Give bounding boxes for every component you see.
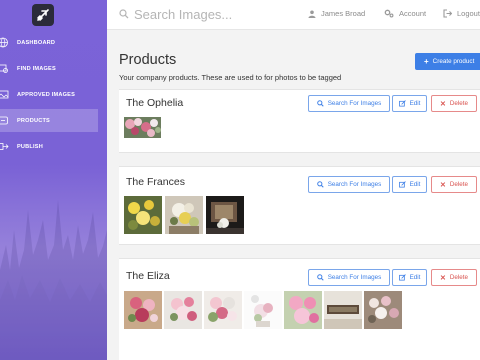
product-photo-thumbnail[interactable]	[206, 196, 244, 234]
search-icon	[119, 9, 129, 19]
sidebar-item-label: DASHBOARD	[17, 39, 56, 46]
button-label: Search For Images	[327, 100, 382, 107]
app-logo[interactable]	[32, 4, 54, 26]
button-label: Delete	[449, 181, 469, 188]
sidebar: DASHBOARD FIND IMAGES APPROVED IMAGES PR…	[0, 0, 107, 360]
sidebar-haze	[0, 170, 107, 360]
product-thumbnails	[124, 117, 161, 138]
delete-button[interactable]: ✕ Delete	[431, 269, 477, 286]
product-photo-thumbnail[interactable]	[284, 291, 322, 329]
button-label: Edit	[409, 274, 421, 281]
gear-icon	[384, 9, 394, 18]
delete-button[interactable]: ✕ Delete	[431, 95, 477, 112]
button-label: Edit	[409, 181, 421, 188]
button-label: Delete	[449, 274, 469, 281]
product-thumbnails	[124, 291, 402, 329]
product-card: The Frances Search For Images Edit ✕ Del…	[119, 166, 480, 245]
product-photo-thumbnail[interactable]	[324, 291, 362, 329]
button-label: Search For Images	[327, 181, 382, 188]
search-icon	[316, 100, 324, 107]
close-icon: ✕	[439, 100, 446, 108]
product-photo-thumbnail[interactable]	[164, 291, 202, 329]
product-photo-thumbnail[interactable]	[124, 196, 162, 234]
plus-icon: +	[424, 57, 429, 66]
sidebar-item-publish[interactable]: PUBLISH	[0, 135, 107, 158]
edit-icon	[398, 100, 406, 107]
edit-button[interactable]: Edit	[392, 269, 427, 286]
product-name: The Ophelia	[126, 97, 184, 109]
sidebar-item-label: PUBLISH	[17, 143, 43, 150]
plane-icon	[37, 9, 49, 21]
page-subtitle: Your company products. These are used to…	[119, 73, 342, 82]
sidebar-item-label: APPROVED IMAGES	[17, 91, 76, 98]
share-icon	[0, 143, 9, 150]
account-label: Account	[399, 9, 427, 18]
search-input[interactable]	[134, 4, 294, 24]
product-photo-thumbnail[interactable]	[124, 117, 161, 138]
globe-icon	[0, 37, 8, 48]
sidebar-item-label: FIND IMAGES	[17, 65, 56, 72]
edit-icon	[398, 181, 406, 188]
page-title: Products	[119, 52, 177, 68]
close-icon: ✕	[439, 181, 446, 189]
edit-button[interactable]: Edit	[392, 176, 427, 193]
button-label: Search For Images	[327, 274, 382, 281]
search-icon	[316, 274, 324, 281]
user-menu[interactable]: James Broad	[308, 9, 365, 18]
sidebar-item-label: PRODUCTS	[17, 117, 50, 124]
sidebar-item-products[interactable]: PRODUCTS	[0, 109, 98, 132]
logout-link[interactable]: Logout	[443, 9, 480, 18]
search-for-images-button[interactable]: Search For Images	[308, 269, 390, 286]
sidebar-nav: DASHBOARD FIND IMAGES APPROVED IMAGES PR…	[0, 31, 107, 161]
images-icon	[0, 90, 9, 99]
product-photo-thumbnail[interactable]	[165, 196, 203, 234]
product-photo-thumbnail[interactable]	[244, 291, 282, 329]
user-icon	[308, 10, 316, 18]
image-search-icon	[0, 64, 8, 73]
top-bar: James Broad Account Logout	[107, 0, 480, 30]
edit-icon	[398, 274, 406, 281]
main-content: Products Your company products. These ar…	[107, 30, 480, 360]
logout-icon	[443, 9, 452, 18]
search-icon	[316, 181, 324, 188]
search-for-images-button[interactable]: Search For Images	[308, 176, 390, 193]
create-product-label: Create product	[432, 58, 475, 65]
sidebar-item-approved-images[interactable]: APPROVED IMAGES	[0, 83, 107, 106]
close-icon: ✕	[439, 274, 446, 282]
account-link[interactable]: Account	[384, 9, 426, 18]
user-name: James Broad	[321, 9, 366, 18]
product-card: The Eliza Search For Images Edit ✕ Delet…	[119, 258, 480, 360]
logout-label: Logout	[457, 9, 480, 18]
create-product-button[interactable]: + Create product	[415, 53, 480, 70]
product-photo-thumbnail[interactable]	[124, 291, 162, 329]
delete-button[interactable]: ✕ Delete	[431, 176, 477, 193]
search-for-images-button[interactable]: Search For Images	[308, 95, 390, 112]
sidebar-item-find-images[interactable]: FIND IMAGES	[0, 57, 107, 80]
product-thumbnails	[124, 196, 244, 234]
product-card: The Ophelia Search For Images Edit ✕ Del…	[119, 89, 480, 153]
button-label: Delete	[449, 100, 469, 107]
product-photo-thumbnail[interactable]	[364, 291, 402, 329]
product-name: The Frances	[126, 176, 185, 188]
product-name: The Eliza	[126, 270, 170, 282]
sidebar-item-dashboard[interactable]: DASHBOARD	[0, 31, 107, 54]
button-label: Edit	[409, 100, 421, 107]
edit-button[interactable]: Edit	[392, 95, 427, 112]
tag-icon	[0, 116, 8, 125]
product-photo-thumbnail[interactable]	[204, 291, 242, 329]
